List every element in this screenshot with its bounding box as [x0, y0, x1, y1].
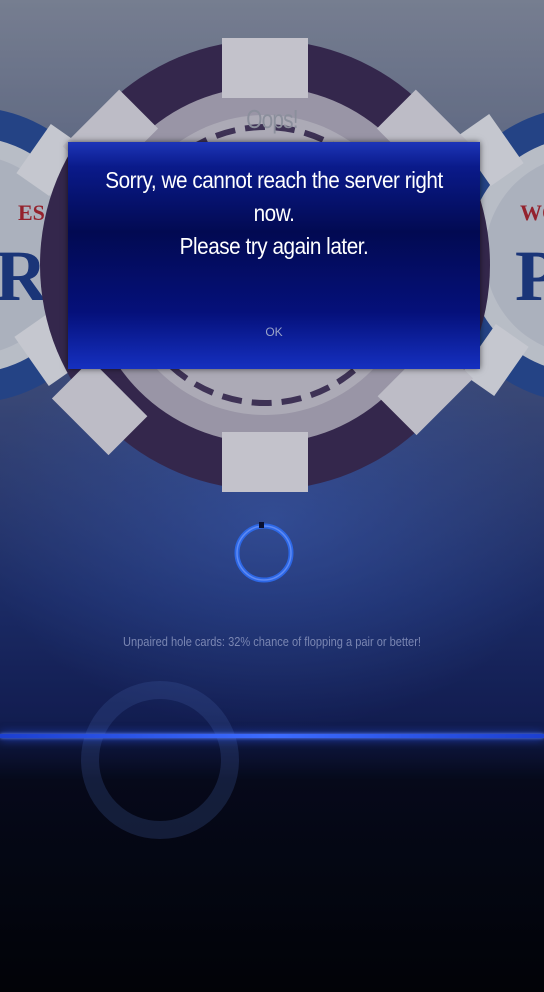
loading-tip: Unpaired hole cards: 32% chance of flopp…: [123, 634, 421, 649]
error-dialog: Sorry, we cannot reach the server right …: [68, 142, 480, 369]
ok-button[interactable]: OK: [244, 318, 304, 346]
glow-divider-line: [0, 734, 544, 738]
loading-screen: ES R WO P Oops!: [0, 0, 544, 992]
dialog-title: Oops!: [246, 104, 298, 134]
loading-spinner-icon: [234, 522, 294, 583]
error-message: Sorry, we cannot reach the server right …: [105, 167, 443, 259]
